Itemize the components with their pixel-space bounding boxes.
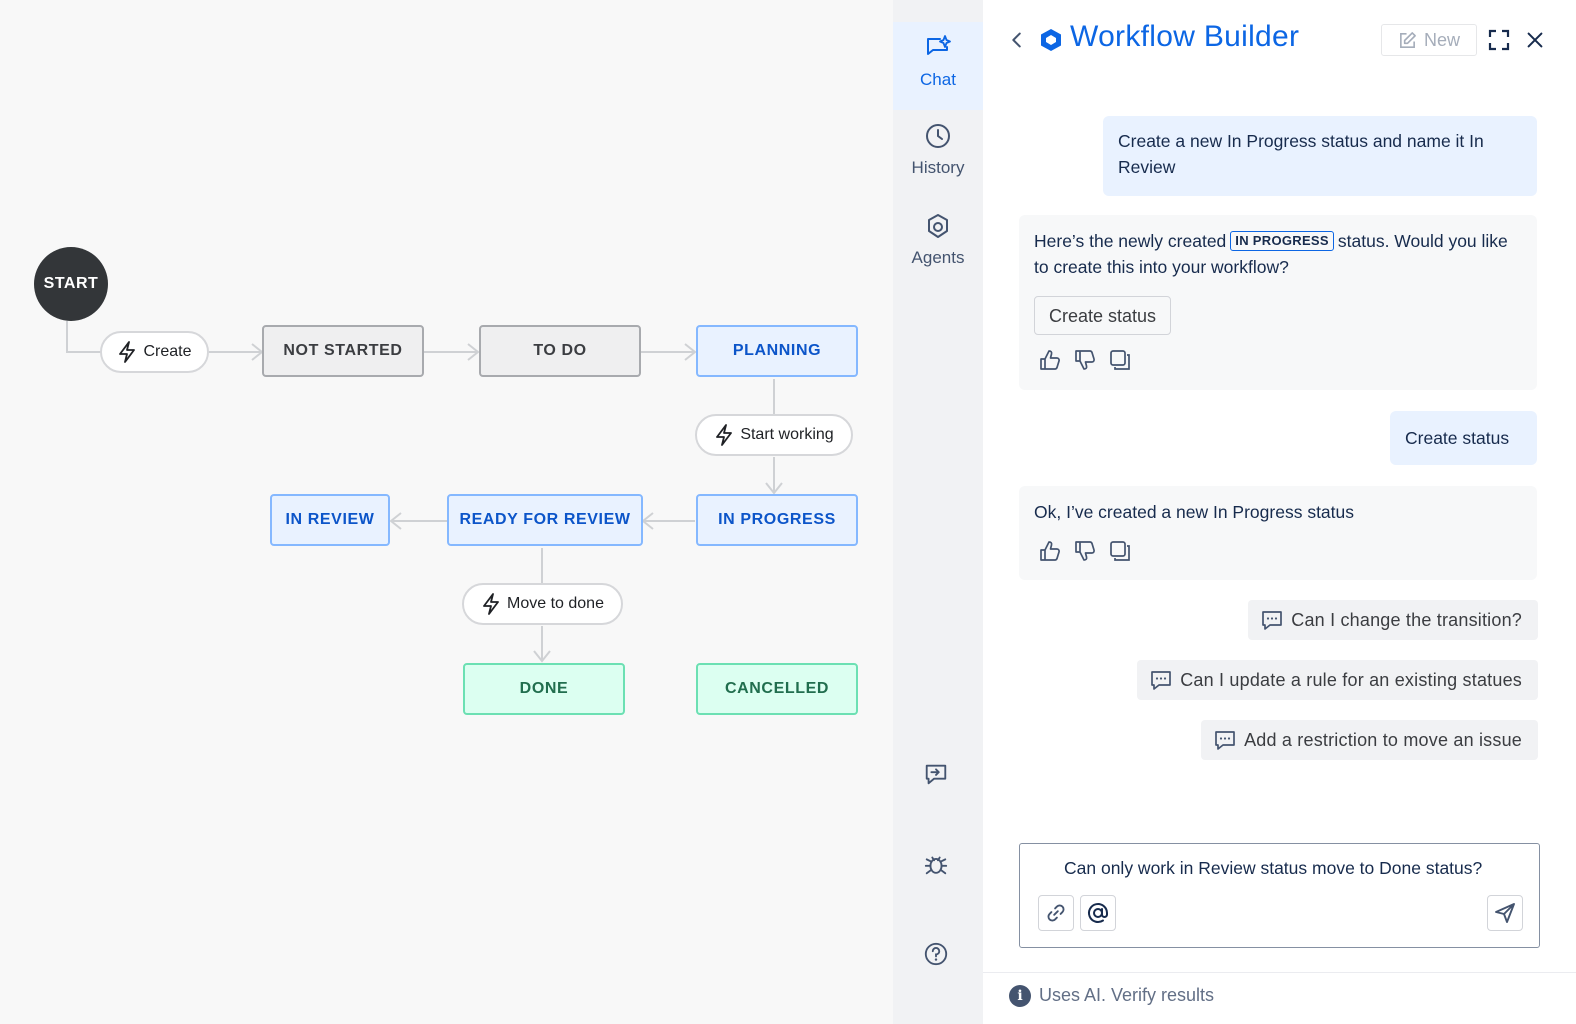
transition-start-working[interactable]: Start working — [695, 414, 853, 456]
assistant-message-text: Here’s the newly created IN PROGRESS statu… — [1034, 231, 1508, 277]
status-done[interactable]: DONE — [463, 663, 625, 715]
panel-title: Workflow Builder — [1070, 20, 1300, 53]
suggestion-chip[interactable]: Can I change the transition? — [1248, 600, 1538, 640]
expand-button[interactable] — [1485, 26, 1513, 54]
panel-footer: i Uses AI. Verify results — [983, 972, 1576, 1024]
assistant-message-text: Ok, I’ve created a new In Progress statu… — [1034, 502, 1355, 522]
attach-link-button[interactable] — [1038, 895, 1074, 931]
mention-button[interactable] — [1080, 895, 1116, 931]
bug-icon[interactable] — [921, 849, 951, 879]
status-in-review[interactable]: IN REVIEW — [270, 494, 390, 546]
transition-label: Start working — [740, 426, 834, 443]
thumbs-up-icon[interactable] — [1039, 540, 1061, 562]
rail-label: Chat — [920, 70, 956, 89]
help-icon[interactable] — [921, 939, 951, 969]
close-button[interactable] — [1521, 26, 1549, 54]
chevron-left-icon — [1012, 32, 1021, 48]
thumbs-down-icon[interactable] — [1074, 349, 1096, 371]
chat-panel: Workflow Builder New Create a new In Pro… — [983, 0, 1576, 1024]
close-icon — [1527, 32, 1543, 48]
lightning-icon — [119, 341, 136, 363]
message-icon — [1151, 671, 1172, 690]
suggestion-label: Add a restriction to move an issue — [1244, 729, 1522, 750]
info-icon: i — [1009, 985, 1031, 1007]
rail-item-agents[interactable]: Agents — [893, 212, 983, 282]
link-icon — [1047, 904, 1065, 922]
transition-label: Move to done — [507, 595, 604, 612]
workflow-canvas[interactable]: START Create NOT STARTED TO DO PLANNING … — [0, 0, 893, 1024]
back-button[interactable] — [1005, 26, 1029, 54]
suggestion-label: Can I change the transition? — [1291, 609, 1522, 630]
message-feedback — [1039, 540, 1131, 562]
user-message: Create a new In Progress status and name… — [1103, 116, 1537, 196]
lightning-icon — [716, 424, 733, 446]
rail-label: Agents — [911, 248, 965, 267]
rail-label: History — [911, 158, 965, 177]
at-sign-icon — [1088, 903, 1108, 923]
transition-label: Create — [143, 343, 192, 360]
copy-icon[interactable] — [1109, 540, 1131, 562]
expand-icon — [1488, 29, 1510, 51]
status-in-progress[interactable]: IN PROGRESS — [696, 494, 858, 546]
clock-icon — [926, 124, 950, 148]
message-icon — [1215, 731, 1235, 750]
message-icon — [1262, 611, 1283, 630]
create-status-button[interactable]: Create status — [1034, 296, 1172, 335]
thumbs-up-icon[interactable] — [1039, 349, 1061, 371]
start-node[interactable]: START — [34, 247, 108, 321]
copy-icon[interactable] — [1109, 349, 1131, 371]
ai-disclaimer: Uses AI. Verify results — [1039, 985, 1215, 1005]
suggestion-chip[interactable]: Add a restriction to move an issue — [1201, 720, 1538, 760]
feedback-icon[interactable] — [921, 759, 951, 789]
thumbs-down-icon[interactable] — [1074, 540, 1096, 562]
send-button[interactable] — [1487, 895, 1523, 931]
composer-input[interactable]: Can only work in Review status move to D… — [1064, 858, 1482, 879]
edge-start-create — [66, 321, 101, 353]
new-chat-label: New — [1423, 29, 1460, 50]
lightning-icon — [483, 593, 499, 615]
assistant-message: Ok, I’ve created a new In Progress statu… — [1019, 486, 1537, 580]
assistant-message: Here’s the newly created IN PROGRESS statu… — [1019, 215, 1537, 390]
status-lozenge: IN PROGRESS — [1230, 231, 1334, 251]
suggestion-chip[interactable]: Can I update a rule for an existing stat… — [1137, 660, 1538, 700]
transition-move-to-done[interactable]: Move to done — [462, 583, 623, 625]
suggestion-label: Can I update a rule for an existing stat… — [1180, 669, 1522, 690]
chat-sparkle-icon — [927, 35, 951, 55]
rail-item-history[interactable]: History — [893, 122, 983, 192]
message-feedback — [1039, 349, 1131, 371]
status-not-started[interactable]: NOT STARTED — [262, 325, 424, 377]
status-ready-for-review[interactable]: READY FOR REVIEW — [447, 494, 643, 546]
user-message: Create status — [1390, 411, 1537, 465]
status-cancelled[interactable]: CANCELLED — [696, 663, 858, 715]
status-to-do[interactable]: TO DO — [479, 325, 641, 377]
agent-icon — [928, 214, 948, 238]
rail-item-chat[interactable]: Chat — [893, 22, 983, 110]
transition-create[interactable]: Create — [100, 331, 209, 373]
chat-composer[interactable]: Can only work in Review status move to D… — [1019, 843, 1540, 948]
status-planning[interactable]: PLANNING — [696, 325, 858, 377]
workflow-builder-logo-icon — [1041, 29, 1061, 51]
new-chat-button[interactable]: New — [1381, 24, 1477, 56]
edit-icon — [1400, 31, 1416, 48]
send-icon — [1495, 903, 1515, 923]
